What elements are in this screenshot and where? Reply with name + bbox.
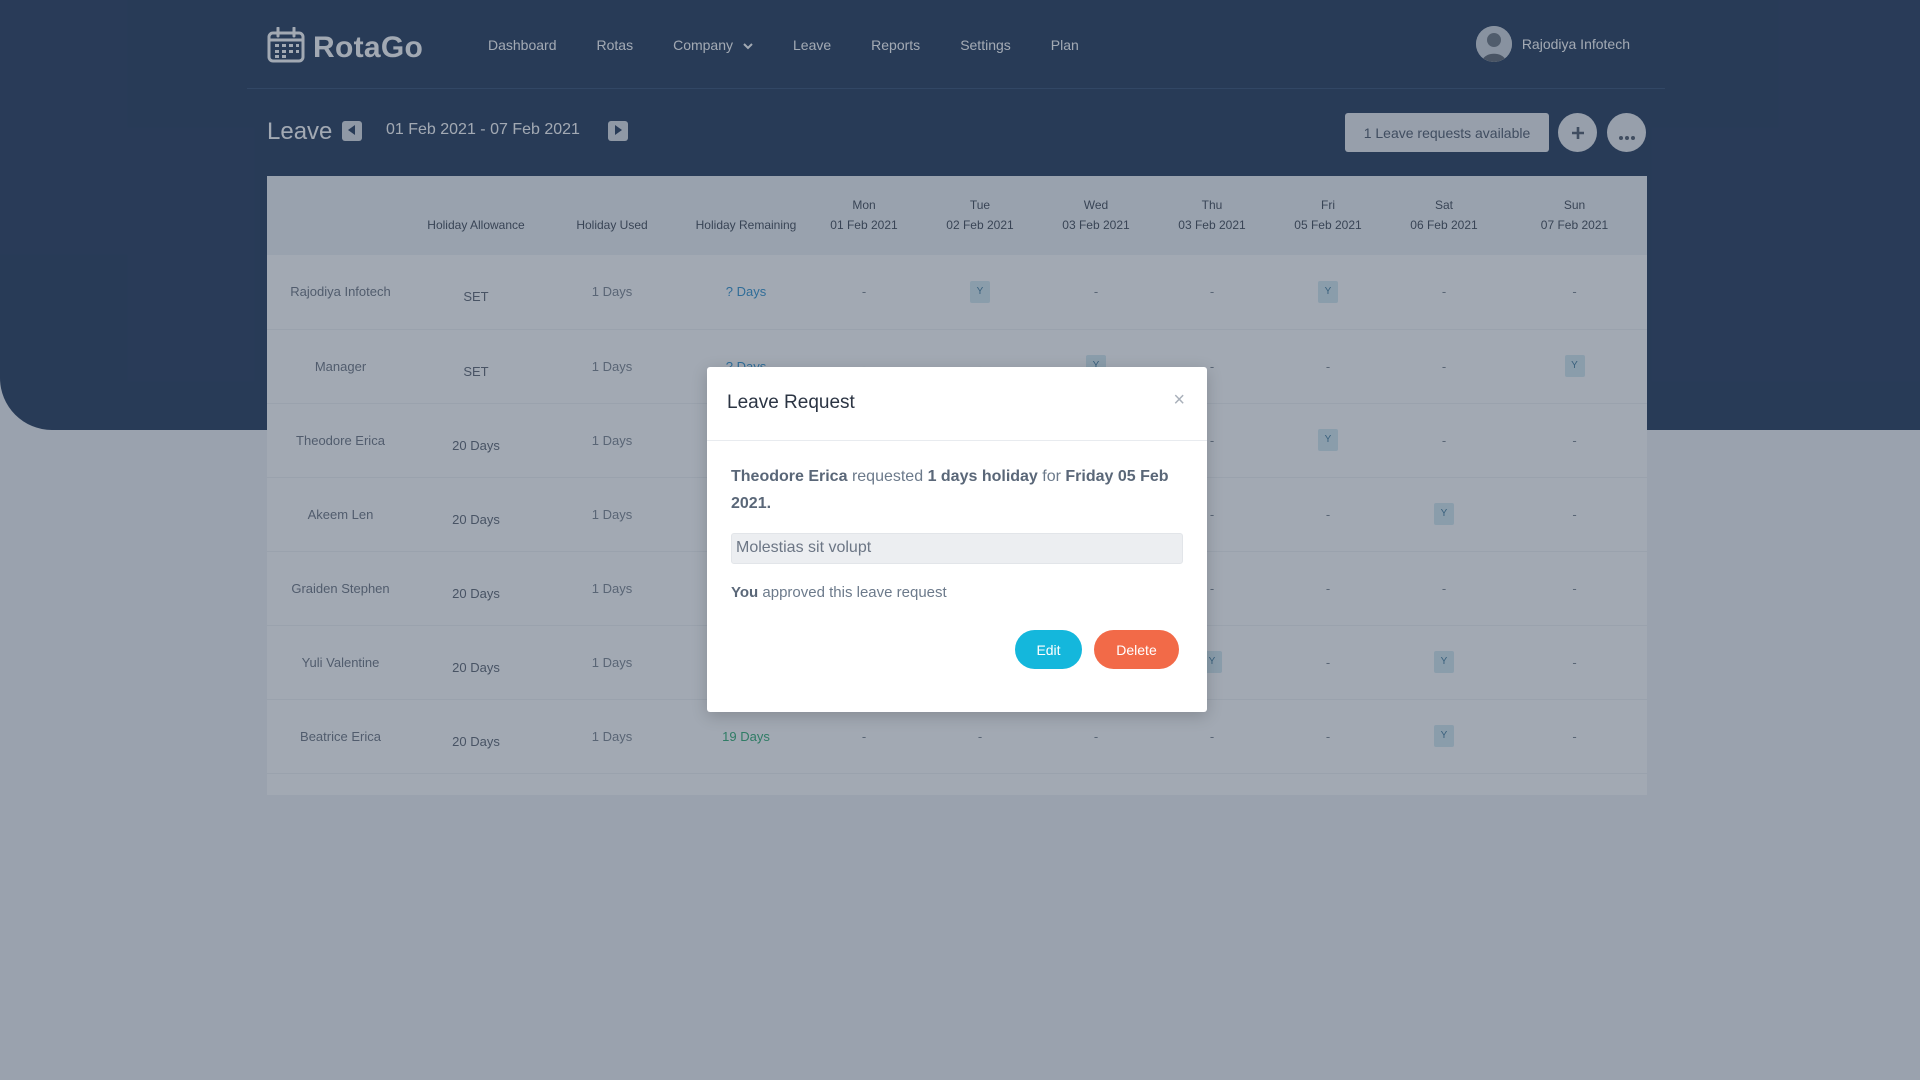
approver-name: You [731, 584, 759, 601]
requester-name: Theodore Erica [731, 468, 848, 485]
leave-request-modal: Leave Request × Theodore Erica requested… [707, 367, 1207, 712]
modal-actions: Edit Delete [1015, 630, 1179, 669]
approval-status-text: approved this leave request [762, 584, 947, 601]
request-summary: Theodore Erica requested 1 days holiday … [731, 463, 1183, 517]
modal-header: Leave Request × [707, 367, 1207, 441]
modal-title: Leave Request [727, 392, 855, 413]
delete-button[interactable]: Delete [1094, 630, 1179, 669]
leave-reason-field: Molestias sit volupt [731, 533, 1183, 564]
edit-button[interactable]: Edit [1015, 630, 1082, 669]
modal-body: Theodore Erica requested 1 days holiday … [707, 441, 1207, 601]
for-text: for [1042, 468, 1061, 485]
requested-days: 1 days holiday [927, 468, 1038, 485]
approval-status: You approved this leave request [731, 584, 1183, 601]
requested-text: requested [851, 468, 924, 485]
close-icon[interactable]: × [1173, 389, 1185, 412]
